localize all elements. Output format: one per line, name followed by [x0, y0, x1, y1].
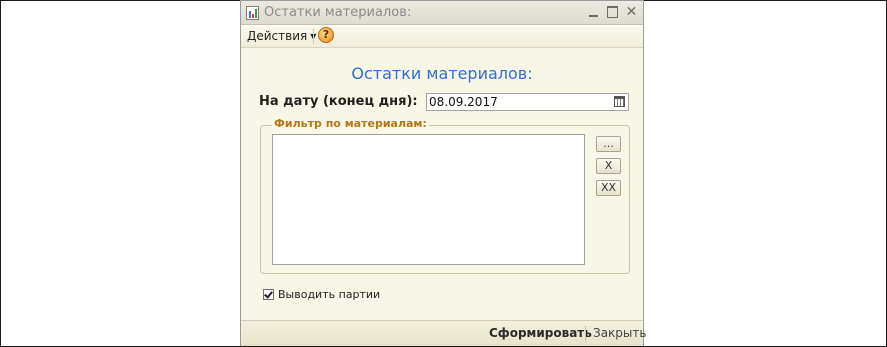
- filter-group-legend: Фильтр по материалам:: [272, 117, 429, 130]
- minimize-button[interactable]: [586, 4, 601, 20]
- date-field[interactable]: [426, 93, 629, 111]
- maximize-icon: [607, 6, 618, 18]
- material-filter-list[interactable]: [272, 134, 585, 265]
- show-batches-checkbox[interactable]: [263, 289, 274, 300]
- clear-materials-button[interactable]: XX: [596, 180, 621, 196]
- close-icon: ✕: [625, 4, 638, 20]
- calendar-button[interactable]: [613, 95, 627, 109]
- footer-bar: Сформировать Закрыть: [241, 320, 646, 346]
- report-window: Остатки материалов: ✕ Действия▼ ? Остатк…: [240, 0, 646, 346]
- help-icon: ?: [322, 28, 330, 41]
- remove-material-button[interactable]: X: [596, 158, 621, 174]
- close-button[interactable]: Закрыть: [593, 326, 646, 340]
- checkbox-tick-icon: [264, 289, 273, 299]
- help-button[interactable]: ?: [318, 27, 334, 43]
- report-icon: [246, 6, 259, 20]
- maximize-button[interactable]: [605, 4, 620, 20]
- run-report-button[interactable]: Сформировать: [489, 326, 592, 340]
- minimize-icon: [589, 15, 598, 17]
- window-title: Остатки материалов:: [264, 5, 412, 20]
- form-header: Остатки материалов:: [351, 64, 533, 83]
- toolbar: Действия▼ ?: [241, 25, 643, 48]
- date-label: На дату (конец дня):: [259, 94, 418, 109]
- close-window-button[interactable]: ✕: [624, 4, 639, 20]
- actions-menu-button[interactable]: Действия▼: [247, 28, 316, 44]
- show-batches-label[interactable]: Выводить партии: [278, 288, 380, 301]
- date-input[interactable]: [429, 94, 609, 110]
- footer-separator: [585, 326, 586, 342]
- toolbar-separator: [313, 28, 314, 44]
- select-materials-button[interactable]: ...: [596, 136, 621, 152]
- actions-menu-label: Действия: [247, 29, 308, 43]
- title-bar[interactable]: Остатки материалов: ✕: [241, 1, 643, 25]
